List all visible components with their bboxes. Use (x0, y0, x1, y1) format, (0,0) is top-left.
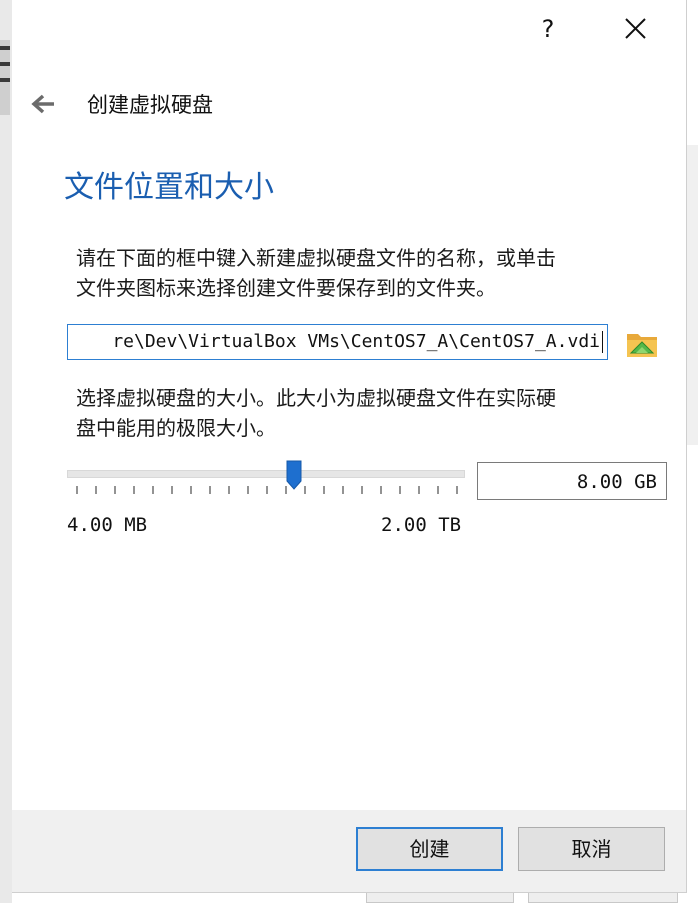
background-window-left (0, 0, 12, 903)
help-button[interactable]: ? (536, 12, 560, 46)
size-input[interactable]: 8.00 GB (477, 462, 667, 500)
size-instructions-line1: 选择虚拟硬盘的大小。此大小为虚拟硬盘文件在实际硬 (76, 386, 556, 410)
back-button[interactable] (30, 93, 56, 115)
slider-max-label: 2.00 TB (381, 514, 462, 536)
create-button[interactable]: 创建 (356, 827, 503, 871)
slider-thumb-icon (286, 460, 302, 490)
close-icon (625, 18, 646, 39)
folder-icon (627, 334, 657, 357)
cancel-button[interactable]: 取消 (518, 827, 665, 871)
location-instructions-line1: 请在下面的框中键入新建虚拟硬盘文件的名称，或单击 (76, 246, 556, 270)
size-value: 8.00 GB (576, 471, 657, 493)
background-window-right (686, 0, 698, 903)
wizard-header-title: 创建虚拟硬盘 (87, 93, 213, 117)
dialog-footer: 创建 取消 (12, 810, 686, 892)
background-menu-line (0, 78, 10, 82)
size-instructions: 选择虚拟硬盘的大小。此大小为虚拟硬盘文件在实际硬 盘中能用的极限大小。 (76, 383, 676, 443)
background-menu-line (0, 62, 10, 66)
background-menu-line (0, 46, 10, 50)
file-path-input[interactable]: re\Dev\VirtualBox VMs\CentOS7_A\CentOS7_… (67, 324, 608, 360)
size-instructions-line2: 盘中能用的极限大小。 (76, 416, 276, 440)
size-slider-ticks (76, 486, 458, 494)
file-path-value: re\Dev\VirtualBox VMs\CentOS7_A\CentOS7_… (112, 325, 603, 359)
choose-folder-button[interactable] (625, 327, 659, 361)
size-slider-track[interactable] (67, 470, 465, 478)
page-title: 文件位置和大小 (64, 170, 274, 205)
location-instructions: 请在下面的框中键入新建虚拟硬盘文件的名称，或单击 文件夹图标来选择创建文件要保存… (76, 243, 676, 303)
arrow-left-icon (31, 94, 54, 114)
close-button[interactable] (618, 12, 654, 46)
background-window-right-strip (686, 145, 698, 445)
size-slider-handle[interactable] (286, 460, 302, 490)
create-virtual-disk-dialog: ? 创建虚拟硬盘 文件位置和大小 请在下面的框中键入新建虚拟硬盘文件的名称，或单… (12, 0, 687, 893)
location-instructions-line2: 文件夹图标来选择创建文件要保存到的文件夹。 (76, 276, 496, 300)
slider-min-label: 4.00 MB (67, 514, 148, 536)
text-caret (602, 331, 603, 353)
